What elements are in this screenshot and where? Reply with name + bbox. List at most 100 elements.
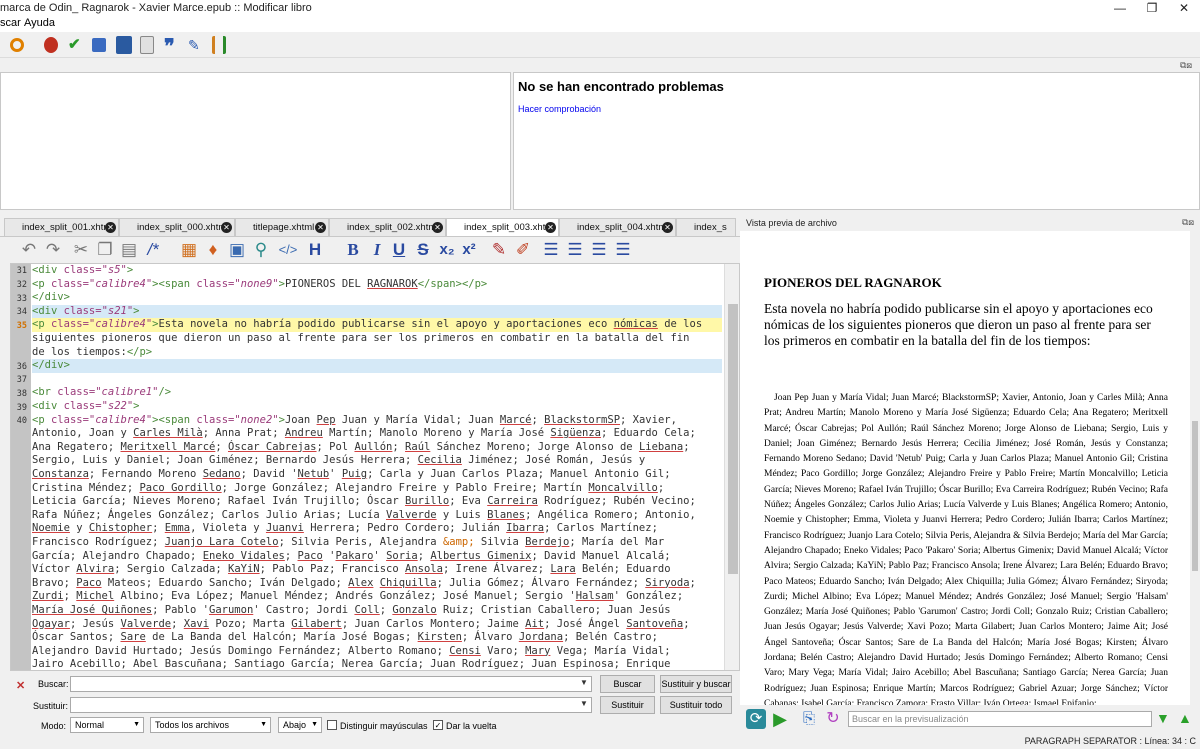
editor-scrollbar[interactable] (724, 264, 739, 670)
tab-titlepage[interactable]: titlepage.xhtml ✕ (235, 218, 329, 236)
bold-button[interactable]: B (344, 240, 362, 260)
code-line: <div class="s22"> (32, 400, 140, 412)
search-history-icon[interactable]: ▼ (580, 678, 588, 687)
tab-index-split-004[interactable]: index_split_004.xhtml ✕ (559, 218, 676, 236)
report-icon[interactable] (140, 36, 154, 54)
close-icon[interactable]: ✕ (221, 222, 232, 233)
close-icon[interactable]: ✕ (432, 222, 443, 233)
preview-search-input[interactable]: Buscar en la previsualización (848, 711, 1152, 727)
preview-float-icon[interactable]: ⧉⊠ (1182, 217, 1194, 228)
line-number: 34 (16, 307, 27, 317)
justify-icon[interactable]: ☰ (614, 240, 632, 260)
cut-icon[interactable]: ✂ (72, 240, 90, 260)
italic-button[interactable]: I (368, 240, 386, 260)
close-find-icon[interactable]: ✕ (16, 679, 25, 692)
quote-icon[interactable]: ❞ (164, 36, 182, 58)
line-number: 31 (16, 266, 27, 276)
direction-select[interactable]: Abajo ▼ (278, 717, 322, 733)
code-line: García; Alejandro Chapado; Eneko Vidales… (32, 549, 671, 562)
redo-icon[interactable]: ↷ (44, 240, 62, 260)
insert-image-icon[interactable]: ▣ (228, 240, 246, 260)
strikethrough-button[interactable]: S (414, 240, 432, 260)
align-center-icon[interactable]: ☰ (566, 240, 584, 260)
check-result-title: No se han encontrado problemas (518, 79, 724, 94)
code-line: Óscar Santos; Sare de La Banda del Halcó… (32, 631, 658, 644)
menu-bar: scar Ayuda (0, 16, 1200, 32)
close-button[interactable]: ✕ (1170, 0, 1198, 16)
pencil-icon[interactable]: ✎ (188, 36, 206, 54)
mode-select[interactable]: Normal ▼ (70, 717, 144, 733)
close-icon[interactable]: ✕ (315, 222, 326, 233)
align-left-icon[interactable]: ☰ (542, 240, 560, 260)
replace-history-icon[interactable]: ▼ (580, 699, 588, 708)
minimize-button[interactable]: — (1106, 0, 1134, 16)
wrap-checkbox[interactable]: ✓ (433, 720, 443, 730)
tree-icon[interactable] (92, 38, 106, 52)
window-title: marca de Odin_ Ragnarok - Xavier Marce.e… (0, 2, 312, 14)
code-line: Rafa Núñez; Ángeles González; Carlos Jul… (32, 508, 696, 521)
search-input[interactable] (70, 676, 592, 692)
menu-item-help[interactable]: Ayuda (24, 17, 55, 29)
bug-icon[interactable] (44, 37, 58, 53)
replace-and-find-button[interactable]: Sustituir y buscar (660, 675, 732, 693)
refresh-icon[interactable]: ⟳ (746, 709, 766, 729)
panel-float-icon[interactable]: ⧉⊠ (1180, 60, 1192, 71)
insert-special-icon[interactable]: ♦ (204, 240, 222, 260)
maximize-button[interactable]: ❐ (1138, 0, 1166, 16)
tab-index-split-partial[interactable]: index_s (676, 218, 736, 236)
run-check-link[interactable]: Hacer comprobación (518, 104, 601, 114)
text-color-icon[interactable]: ✎ (490, 240, 508, 260)
close-icon[interactable]: ✕ (545, 222, 556, 233)
find-button[interactable]: Buscar (600, 675, 655, 693)
previous-match-icon[interactable]: ▲ (1178, 710, 1192, 726)
insert-link-icon[interactable]: ⚲ (252, 240, 270, 260)
code-format-icon[interactable]: /* (144, 240, 162, 260)
subscript-button[interactable]: x₂ (438, 240, 456, 260)
replace-label: Sustituir: (33, 701, 69, 711)
copy-icon[interactable]: ❐ (96, 240, 114, 260)
replace-button[interactable]: Sustituir (600, 696, 655, 714)
replace-all-button[interactable]: Sustituir todo (660, 696, 732, 714)
scope-select[interactable]: Todos los archivos ▼ (150, 717, 271, 733)
code-line: Leticia García; Nieves Moreno; Rafael Iv… (32, 495, 696, 508)
tab-index-split-002[interactable]: index_split_002.xhtml ✕ (329, 218, 446, 236)
tab-index-split-000[interactable]: index_split_000.xhtml ✕ (119, 218, 235, 236)
code-line: Alejandro David Hurtado; Jesús Domingo F… (32, 644, 671, 657)
title-bar: marca de Odin_ Ragnarok - Xavier Marce.e… (0, 0, 1200, 16)
case-sensitive-checkbox[interactable] (327, 720, 337, 730)
preview-scrollbar[interactable] (1190, 231, 1200, 705)
tab-index-split-001[interactable]: index_split_001.xhtml ✕ (4, 218, 119, 236)
dictionary-icon[interactable] (116, 36, 132, 54)
line-number-gutter: 31 32 33 34 35 36 37 38 39 40 (11, 264, 31, 670)
stats-icon[interactable] (212, 36, 226, 54)
code-line: <p class="calibre4"><span class="none2">… (32, 413, 677, 426)
undo-icon[interactable]: ↶ (20, 240, 38, 260)
export-icon[interactable]: ⎘ (800, 709, 818, 729)
status-text: PARAGRAPH SEPARATOR : Línea: 34 : C (1024, 736, 1196, 746)
play-icon[interactable]: ▶ (770, 709, 790, 729)
insert-tag-icon[interactable]: </> (276, 240, 300, 260)
close-icon[interactable]: ✕ (662, 222, 673, 233)
replace-input[interactable] (70, 697, 592, 713)
code-text[interactable]: <div class="s5"> <p class="calibre4"><sp… (32, 264, 722, 670)
paste-icon[interactable]: ▤ (120, 240, 138, 260)
insert-file-icon[interactable]: ▦ (180, 240, 198, 260)
code-line: Zurdi; Michel Albino; Eva López; Manuel … (32, 590, 684, 603)
next-match-icon[interactable]: ▼ (1156, 710, 1170, 726)
menu-item-search[interactable]: scar (0, 17, 21, 29)
spellcheck-icon[interactable]: ✔ (68, 36, 86, 54)
close-icon[interactable]: ✕ (105, 222, 116, 233)
background-color-icon[interactable]: ✐ (514, 240, 532, 260)
reload-icon[interactable]: ↻ (824, 709, 842, 729)
heading-button[interactable]: H (306, 240, 324, 260)
resize-icon[interactable] (10, 38, 24, 52)
align-right-icon[interactable]: ☰ (590, 240, 608, 260)
code-line: </div> (32, 359, 722, 373)
tab-index-split-003[interactable]: index_split_003.xhtml ✕ (446, 218, 559, 236)
editor-scrollbar-thumb[interactable] (728, 304, 738, 574)
line-number: 40 (16, 416, 27, 426)
code-editor[interactable]: 31 32 33 34 35 36 37 38 39 40 <div class… (10, 263, 740, 671)
superscript-button[interactable]: x² (460, 240, 478, 260)
preview-scrollbar-thumb[interactable] (1192, 421, 1198, 571)
underline-button[interactable]: U (390, 240, 408, 260)
